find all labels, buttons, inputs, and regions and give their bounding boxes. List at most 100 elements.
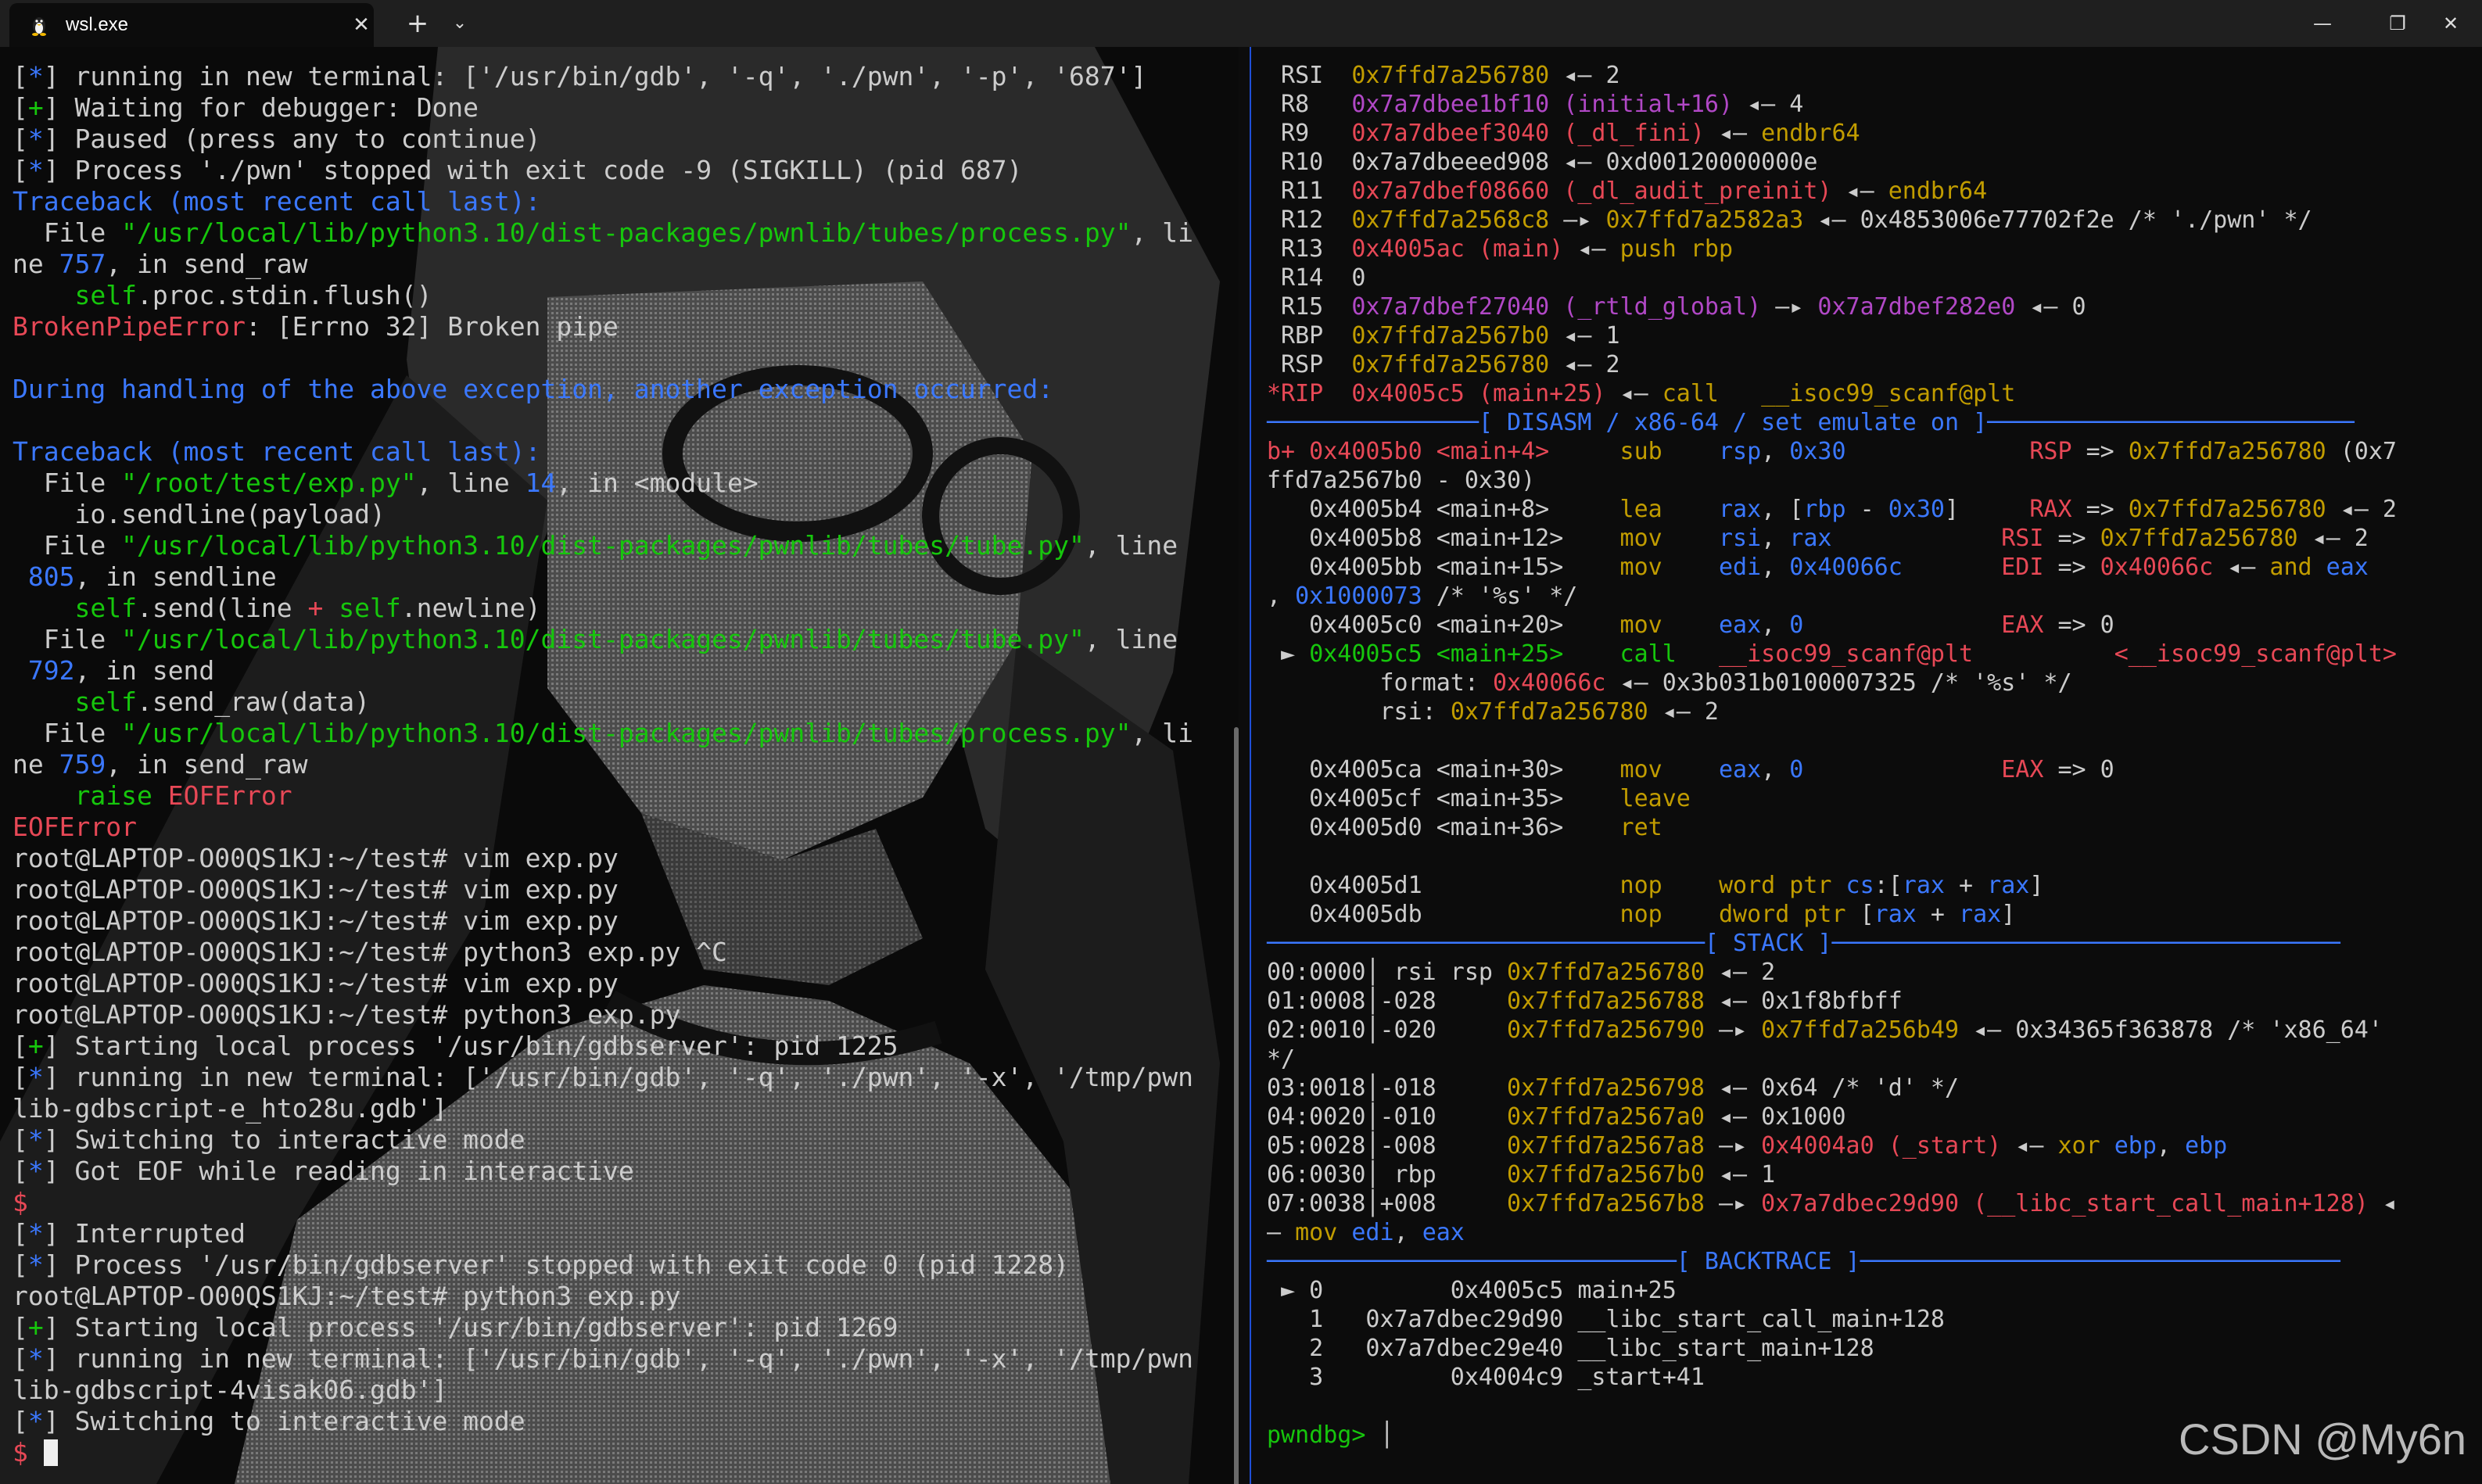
chevron-down-icon[interactable]: ⌄ [443, 6, 477, 41]
terminal-text: * [27, 1249, 44, 1280]
terminal-line: 02:0010│-020 0x7ffd7a256790 —▸ 0x7ffd7a2… [1267, 1016, 2397, 1045]
right-terminal-pane[interactable]: RSI 0x7ffd7a256780 ◂— 2 R8 0x7a7dbee1bf1… [1251, 47, 2482, 1484]
terminal-text: , [1761, 611, 1790, 639]
terminal-text: ] Got EOF while reading in interactive [43, 1156, 634, 1186]
close-window-button[interactable]: ✕ [2419, 0, 2482, 47]
terminal-text: 0x4004a0 (_start) [1761, 1132, 2002, 1160]
terminal-text: 0x4005c5 <main+25> call [1309, 640, 1719, 668]
terminal-text: root@LAPTOP-O00QS1KJ:~/test# python3 exp… [13, 999, 681, 1030]
terminal-text: __isoc99_scanf@plt [1718, 640, 1974, 668]
terminal-text: , [1761, 554, 1790, 581]
left-terminal-pane[interactable]: [*] running in new terminal: ['/usr/bin/… [0, 47, 1239, 1484]
terminal-text: 0x4005d1 [1267, 872, 1620, 899]
terminal-line: [*] running in new terminal: ['/usr/bin/… [13, 1062, 1193, 1093]
terminal-text: 3 0x4004c9 _start+41 [1267, 1364, 1705, 1391]
terminal-text: Traceback (most recent call last): [13, 436, 541, 467]
terminal-text: ◂— 0x34365f363878 /* 'x86_64' [1959, 1016, 2383, 1044]
terminal-line: [*] Process './pwn' stopped with exit co… [13, 155, 1193, 186]
terminal-line: R8 0x7a7dbee1bf10 (initial+16) ◂— 4 [1267, 90, 2397, 119]
terminal-text: eax [1718, 611, 1762, 639]
terminal-text: ] [2029, 872, 2044, 899]
terminal-text: root@LAPTOP-O00QS1KJ:~/test# vim exp.py [13, 874, 619, 905]
terminal-text: R10 0x7a7dbeeed908 ◂— 0xd00120000000e [1267, 149, 1818, 176]
tab-wsl[interactable]: wsl.exe ✕ [9, 3, 374, 47]
terminal-text: ◂— 2 [2297, 525, 2369, 552]
terminal-text: ◂— 4 [1733, 91, 1804, 118]
terminal-text: + [1944, 872, 1988, 899]
tab-close-icon[interactable]: ✕ [347, 9, 375, 41]
terminal-line: format: 0x40066c ◂— 0x3b031b0100007325 /… [1267, 669, 2397, 697]
terminal-text: [ [13, 1406, 28, 1436]
terminal-text: 0x4005ac (main) [1351, 235, 1564, 263]
terminal-text: File [13, 217, 122, 248]
terminal-text: ◂— [1704, 120, 1762, 147]
terminal-text: rax [1902, 872, 1945, 899]
terminal-line: raise EOFError [13, 780, 1193, 812]
linux-penguin-icon [32, 17, 46, 36]
terminal-line: 05:0028│-008 0x7ffd7a2567a8 —▸ 0x4004a0 … [1267, 1131, 2397, 1160]
terminal-text: 0x7a7dbee1bf10 (initial+16) [1351, 91, 1734, 118]
terminal-line: lib-gdbscript-4visak06.gdb'] [13, 1375, 1193, 1406]
terminal-text: ◂— 2 [1704, 959, 1776, 986]
terminal-text: R15 [1267, 293, 1352, 321]
pwndbg-output: RSI 0x7ffd7a256780 ◂— 2 R8 0x7a7dbee1bf1… [1267, 61, 2397, 1450]
terminal-text: , line [1084, 624, 1178, 654]
terminal-text: ffd7a2567b0 - 0x30) [1267, 467, 1536, 494]
terminal-text: 0x7ffd7a2567b8 [1507, 1190, 1705, 1217]
terminal-text: * [27, 1156, 44, 1186]
terminal-line: [*] Switching to interactive mode [13, 1406, 1193, 1437]
terminal-text: EAX [2001, 611, 2044, 639]
terminal-text: ] Starting local process '/usr/bin/gdbse… [43, 1031, 898, 1061]
terminal-line: [*] running in new terminal: ['/usr/bin/… [13, 61, 1193, 92]
terminal-text: [ [13, 1124, 28, 1155]
terminal-line: RSI 0x7ffd7a256780 ◂— 2 [1267, 61, 2397, 90]
terminal-text: nop [1619, 872, 1719, 899]
terminal-line: 0x4005b8 <main+12> mov rsi, rax RSI => 0… [1267, 524, 2397, 553]
terminal-text: 0x7ffd7a2567b0 [1507, 1161, 1705, 1188]
terminal-text: ◂— 0x1000 [1704, 1103, 1846, 1131]
terminal-text: $ [13, 1437, 44, 1468]
terminal-text: 0x7ffd7a256790 [1507, 1016, 1705, 1044]
terminal-text: R11 [1267, 177, 1352, 205]
terminal-line: 0x4005c0 <main+20> mov eax, 0 EAX => 0 [1267, 611, 2397, 640]
terminal-text: , line [1084, 530, 1178, 561]
terminal-text: 2 0x7a7dbec29e40 __libc_start_main+128 [1267, 1335, 1874, 1362]
terminal-text: File [13, 530, 122, 561]
terminal-text: [ [13, 1343, 28, 1374]
terminal-line: File "/usr/local/lib/python3.10/dist-pac… [13, 530, 1193, 561]
terminal-text: 0x4005c0 <main+20> [1267, 611, 1620, 639]
terminal-text: ret [1619, 814, 1662, 841]
terminal-text: [ [13, 1312, 28, 1342]
terminal-line: 792, in send [13, 655, 1193, 686]
terminal-text: 0x7ffd7a256780 [2128, 438, 2326, 465]
terminal-line: ne 757, in send_raw [13, 249, 1193, 280]
terminal-text: root@LAPTOP-O00QS1KJ:~/test# vim exp.py [13, 968, 619, 998]
terminal-line: self.proc.stdin.flush() [13, 280, 1193, 311]
terminal-text: 00:0000│ rsi rsp [1267, 959, 1508, 986]
terminal-text: "/usr/local/lib/python3.10/dist-packages… [121, 217, 1132, 248]
terminal-text: nop [1619, 901, 1719, 928]
terminal-text: ebp [2114, 1132, 2157, 1160]
terminal-text: EAX [2001, 756, 2044, 783]
terminal-line: R12 0x7ffd7a2568c8 —▸ 0x7ffd7a2582a3 ◂— … [1267, 206, 2397, 235]
terminal-text: 0x7a7dbef282e0 [1817, 293, 2016, 321]
terminal-text: , [1761, 525, 1790, 552]
terminal-text: , in sendline [74, 561, 277, 592]
terminal-text: EOFError [13, 812, 137, 842]
minimize-button[interactable]: — [2285, 0, 2360, 47]
terminal-text: ] running in new terminal: ['/usr/bin/gd… [43, 1062, 1193, 1092]
terminal-line: R14 0 [1267, 263, 2397, 292]
terminal-text: │ [1379, 1421, 1394, 1449]
terminal-line: 0x4005cf <main+35> leave [1267, 784, 2397, 813]
terminal-text: 0x7ffd7a2582a3 [1605, 206, 1804, 234]
new-tab-button[interactable]: + [397, 6, 438, 41]
terminal-text: 0x7a7dbef08660 (_dl_audit_preinit) [1351, 177, 1832, 205]
terminal-text: , line [416, 468, 525, 498]
terminal-text: 0x30 [1789, 438, 1846, 465]
terminal-text: <__isoc99_scanf@plt> [2114, 640, 2397, 668]
terminal-text: rbp [1803, 496, 1846, 523]
